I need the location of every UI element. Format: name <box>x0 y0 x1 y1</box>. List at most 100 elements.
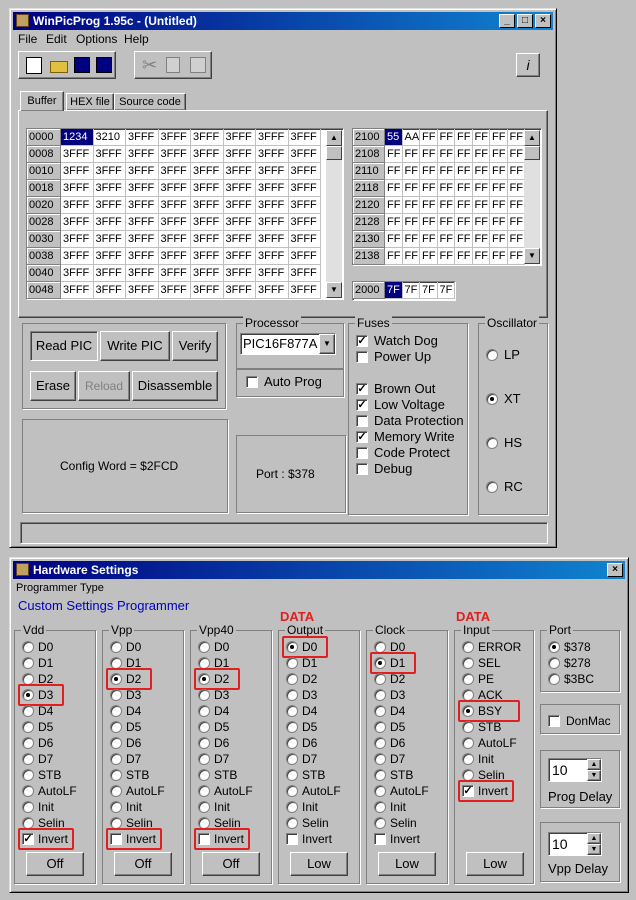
cut-icon[interactable]: ✂ <box>142 55 157 76</box>
pin-d3-radio[interactable] <box>374 689 386 701</box>
tab-source-code[interactable]: Source code <box>114 93 186 111</box>
memory-cell[interactable]: 1234 <box>61 129 94 146</box>
memory-cell[interactable]: 3FFF <box>126 248 159 265</box>
pin-d5-radio[interactable] <box>22 721 34 733</box>
eeprom-cell[interactable]: FF <box>420 197 438 214</box>
menu-options[interactable]: Options <box>76 32 117 46</box>
memory-cell[interactable]: 3FFF <box>288 163 321 180</box>
invert-checkbox[interactable] <box>286 833 298 845</box>
memory-cell[interactable]: 3FFF <box>256 163 289 180</box>
eeprom-cell[interactable]: AA <box>402 129 420 146</box>
eeprom-cell[interactable]: FF <box>472 180 490 197</box>
memory-cell[interactable]: 3FFF <box>288 282 321 299</box>
pin-d1-radio[interactable] <box>22 657 34 669</box>
menu-edit[interactable]: Edit <box>46 32 67 46</box>
eeprom-cell[interactable]: FF <box>490 163 508 180</box>
memory-cell[interactable]: 3FFF <box>288 146 321 163</box>
eeprom-cell[interactable]: FF <box>490 146 508 163</box>
eeprom-cell[interactable]: FF <box>402 248 420 265</box>
pin-d4-radio[interactable] <box>286 705 298 717</box>
hw-input-button[interactable]: Low <box>466 852 524 876</box>
eeprom-cell[interactable]: FF <box>385 197 403 214</box>
eeprom-cell[interactable]: FF <box>437 248 455 265</box>
memory-cell[interactable]: 3FFF <box>191 163 224 180</box>
memory-cell[interactable]: 3FFF <box>191 248 224 265</box>
pin-d0-radio[interactable] <box>198 641 210 653</box>
port-radio[interactable] <box>548 657 560 669</box>
scroll-down-icon[interactable]: ▼ <box>326 282 342 298</box>
disassemble-button[interactable]: Disassemble <box>132 371 218 401</box>
write-pic-button[interactable]: Write PIC <box>100 331 170 361</box>
hw-clock-button[interactable]: Low <box>378 852 436 876</box>
pin-d6-radio[interactable] <box>198 737 210 749</box>
memory-cell[interactable]: 3FFF <box>223 214 256 231</box>
eeprom-cell[interactable]: FF <box>490 231 508 248</box>
eeprom-cell[interactable]: FF <box>437 197 455 214</box>
memory-cell[interactable]: 3FFF <box>61 282 94 299</box>
memory-cell[interactable]: 3FFF <box>158 180 191 197</box>
programmer-type-value[interactable]: Custom Settings Programmer <box>18 599 189 613</box>
pin-stb-radio[interactable] <box>110 769 122 781</box>
maximize-button[interactable]: □ <box>517 14 533 28</box>
eeprom-cell[interactable]: FF <box>420 231 438 248</box>
memory-cell[interactable]: 3FFF <box>223 163 256 180</box>
memory-cell[interactable]: 3FFF <box>191 214 224 231</box>
pin-stb-radio[interactable] <box>198 769 210 781</box>
eeprom-grid-scrollbar[interactable]: ▲ ▼ <box>524 130 540 264</box>
pin-init-radio[interactable] <box>198 801 210 813</box>
data-protection-checkbox[interactable] <box>356 415 368 427</box>
memory-cell[interactable]: 3FFF <box>158 214 191 231</box>
memory-cell[interactable]: 3FFF <box>158 282 191 299</box>
eeprom-cell[interactable]: FF <box>420 146 438 163</box>
pin-stb-radio[interactable] <box>374 769 386 781</box>
pin-d1-radio[interactable] <box>286 657 298 669</box>
save-as-icon[interactable] <box>96 57 112 73</box>
id-cell[interactable]: 7F <box>437 282 455 299</box>
pin-d3-radio[interactable] <box>286 689 298 701</box>
hw-vpp-button[interactable]: Off <box>114 852 172 876</box>
oscillator-lp-radio[interactable] <box>486 349 498 361</box>
memory-cell[interactable]: 3FFF <box>158 265 191 282</box>
eeprom-cell[interactable]: FF <box>490 248 508 265</box>
eeprom-cell[interactable]: FF <box>490 197 508 214</box>
memory-cell[interactable]: 3FFF <box>256 282 289 299</box>
memory-cell[interactable]: 3FFF <box>288 129 321 146</box>
pin-stb-radio[interactable] <box>462 721 474 733</box>
power-up-checkbox[interactable] <box>356 351 368 363</box>
memory-cell[interactable]: 3FFF <box>126 163 159 180</box>
memory-cell[interactable]: 3FFF <box>158 248 191 265</box>
eeprom-cell[interactable]: FF <box>455 214 473 231</box>
memory-cell[interactable]: 3FFF <box>256 231 289 248</box>
pin-d0-radio[interactable] <box>110 641 122 653</box>
pin-d6-radio[interactable] <box>286 737 298 749</box>
eeprom-cell[interactable]: FF <box>507 248 525 265</box>
pin-stb-radio[interactable] <box>22 769 34 781</box>
memory-cell[interactable]: 3FFF <box>288 180 321 197</box>
pin-d6-radio[interactable] <box>110 737 122 749</box>
pin-d2-radio[interactable] <box>286 673 298 685</box>
pin-autolf-radio[interactable] <box>110 785 122 797</box>
spin-down-icon[interactable]: ▼ <box>587 770 601 781</box>
pin-autolf-radio[interactable] <box>462 737 474 749</box>
memory-cell[interactable]: 3FFF <box>223 180 256 197</box>
scroll-thumb[interactable] <box>326 146 342 160</box>
port-radio[interactable] <box>548 641 560 653</box>
memory-cell[interactable]: 3FFF <box>61 146 94 163</box>
memory-cell[interactable]: 3FFF <box>191 129 224 146</box>
memory-cell[interactable]: 3FFF <box>288 214 321 231</box>
memory-cell[interactable]: 3FFF <box>256 180 289 197</box>
menu-help[interactable]: Help <box>124 32 149 46</box>
memory-cell[interactable]: 3FFF <box>158 197 191 214</box>
eeprom-cell[interactable]: FF <box>455 146 473 163</box>
tab-buffer[interactable]: Buffer <box>20 91 64 111</box>
eeprom-cell[interactable]: FF <box>507 231 525 248</box>
eeprom-cell[interactable]: FF <box>455 163 473 180</box>
pin-d7-radio[interactable] <box>374 753 386 765</box>
menu-file[interactable]: File <box>18 32 37 46</box>
eeprom-cell[interactable]: FF <box>437 231 455 248</box>
pin-autolf-radio[interactable] <box>286 785 298 797</box>
memory-cell[interactable]: 3FFF <box>61 180 94 197</box>
eeprom-cell[interactable]: 55 <box>385 129 403 146</box>
prog-delay-input[interactable]: 10 ▲ ▼ <box>548 758 602 782</box>
memory-cell[interactable]: 3FFF <box>61 197 94 214</box>
